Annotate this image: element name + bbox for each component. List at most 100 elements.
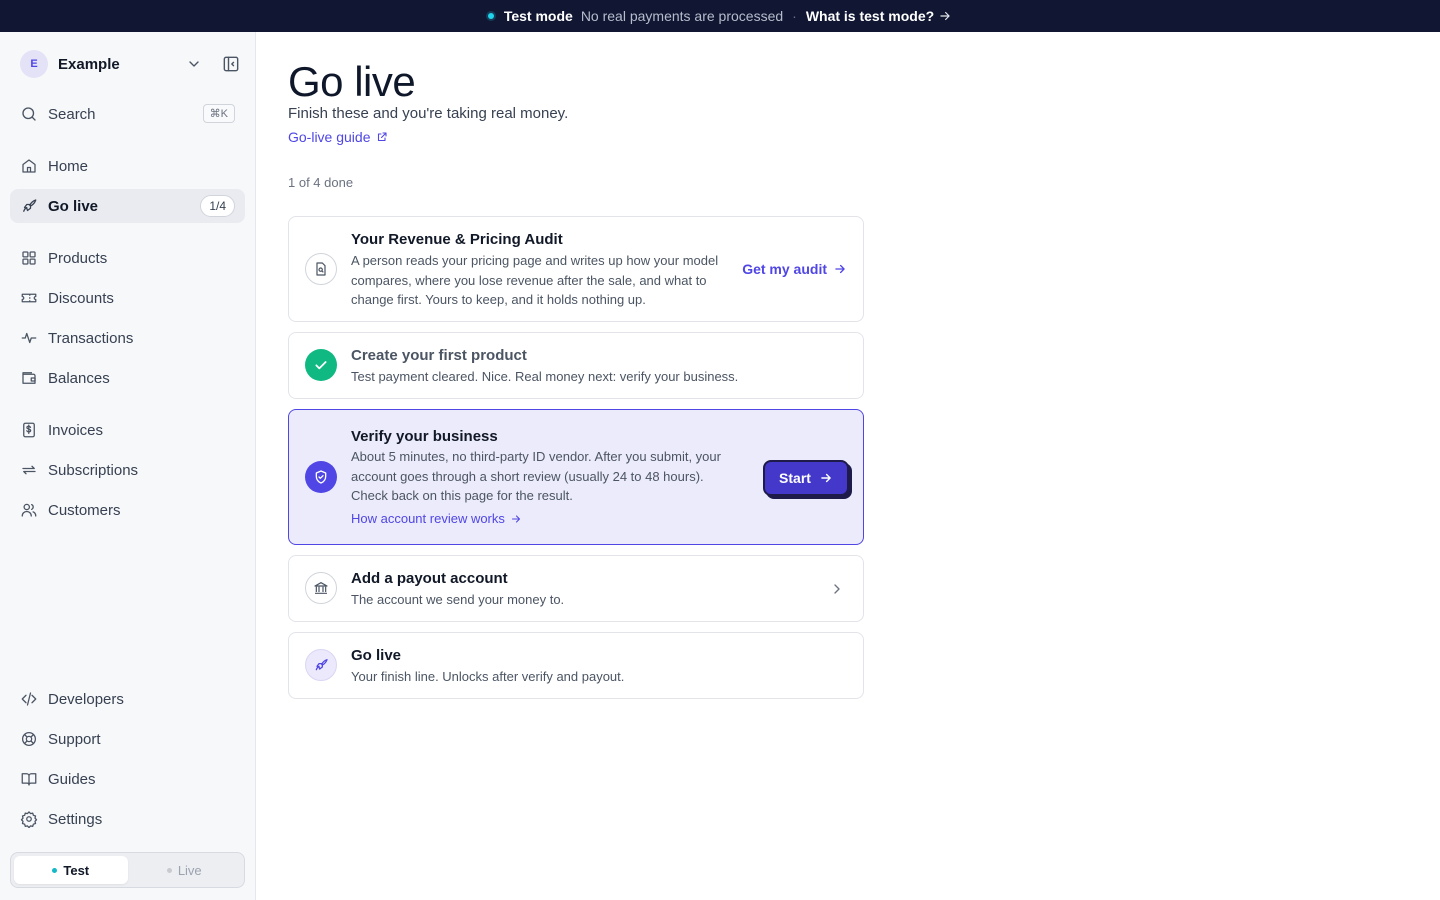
arrow-right-icon [511, 514, 520, 523]
workspace-name: Example [58, 55, 120, 73]
arrow-right-icon [940, 11, 950, 21]
sidebar-item-balances[interactable]: Balances [10, 361, 245, 395]
get-audit-label: Get my audit [742, 261, 827, 277]
sidebar-item-label: Subscriptions [48, 461, 139, 479]
sidebar-item-label: Customers [48, 501, 121, 519]
step-description: Your finish line. Unlocks after verify a… [351, 669, 625, 684]
sidebar-item-invoices[interactable]: Invoices [10, 413, 245, 447]
home-icon [22, 159, 36, 173]
sidebar-item-go-live[interactable]: Go live 1/4 [10, 189, 245, 223]
sidebar-item-label: Settings [48, 810, 103, 828]
grid-icon [22, 251, 36, 265]
sidebar-item-guides[interactable]: Guides [10, 762, 245, 796]
sidebar-item-customers[interactable]: Customers [10, 493, 245, 527]
sidebar-item-label: Discounts [48, 289, 114, 307]
get-audit-button[interactable]: Get my audit [742, 261, 847, 277]
step-title: Verify your business [351, 428, 498, 445]
go-live-progress-badge: 1/4 [200, 195, 235, 217]
start-verification-button[interactable]: Start [763, 460, 849, 496]
sidebar-item-label: Developers [48, 690, 124, 708]
arrow-right-icon [821, 473, 831, 483]
sidebar-item-products[interactable]: Products [10, 241, 245, 275]
banner-message: No real payments are processed [580, 8, 784, 24]
document-search-icon [305, 253, 337, 285]
account-review-link-label: How account review works [351, 511, 505, 526]
page-subtitle: Finish these and you're taking real mone… [288, 105, 569, 122]
step-title: Go live [351, 647, 402, 664]
mode-test-label: Test [63, 862, 90, 878]
sidebar: E Example Search ⌘K Home Go live 1/4 Pro… [0, 32, 256, 900]
sidebar-item-support[interactable]: Support [10, 722, 245, 756]
step-title: Create your first product [351, 347, 527, 364]
sidebar-item-label: Transactions [48, 329, 134, 347]
sidebar-item-developers[interactable]: Developers [10, 682, 245, 716]
gear-icon [20, 811, 38, 828]
step-description: The account we send your money to. [351, 592, 565, 607]
go-live-guide-link[interactable]: Go-live guide [288, 129, 388, 145]
progress-text: 1 of 4 done [288, 175, 354, 190]
dollar-doc-icon [23, 422, 35, 438]
rocket-icon [23, 199, 37, 212]
wallet-icon [22, 372, 36, 384]
sidebar-item-subscriptions[interactable]: Subscriptions [10, 453, 245, 487]
rocket-icon [305, 649, 337, 681]
step-description: Test payment cleared. Nice. Real money n… [351, 369, 739, 384]
sidebar-item-label: Products [48, 249, 108, 267]
check-icon [305, 349, 337, 381]
code-icon [21, 692, 37, 706]
mode-test-button[interactable]: Test [14, 856, 128, 884]
step-card-create-product: Create your first product Test payment c… [288, 332, 864, 399]
live-dot-icon [166, 867, 172, 873]
sidebar-item-home[interactable]: Home [10, 149, 245, 183]
sidebar-item-settings[interactable]: Settings [10, 802, 245, 836]
step-card-go-live: Go live Your finish line. Unlocks after … [288, 632, 864, 699]
lifebuoy-icon [21, 731, 37, 747]
status-dot-icon [487, 13, 494, 19]
sidebar-item-label: Invoices [48, 421, 104, 439]
step-card-verify-business: Verify your business About 5 minutes, no… [288, 409, 864, 545]
book-icon [21, 773, 37, 786]
step-description: A person reads your pricing page and wri… [351, 253, 719, 307]
search-label: Search [48, 105, 96, 123]
mode-live-label: Live [177, 862, 202, 878]
test-mode-info-link[interactable]: What is test mode? [806, 8, 952, 24]
go-live-guide-label: Go-live guide [288, 129, 371, 145]
ticket-icon [21, 293, 37, 303]
bank-icon [305, 572, 337, 604]
banner-separator: · [792, 8, 797, 24]
repeat-icon [22, 465, 36, 475]
sidebar-item-label: Go live [48, 197, 99, 215]
step-description: About 5 minutes, no third-party ID vendo… [351, 449, 721, 503]
chevron-down-icon[interactable] [186, 56, 202, 72]
workspace-avatar: E [20, 50, 48, 78]
account-review-link[interactable]: How account review works [351, 511, 522, 526]
sidebar-item-discounts[interactable]: Discounts [10, 281, 245, 315]
chevron-right-icon [834, 584, 840, 594]
arrow-right-icon [835, 264, 845, 274]
collapse-sidebar-icon[interactable] [221, 54, 241, 74]
search-icon [22, 107, 36, 121]
step-card-audit: Your Revenue & Pricing Audit A person re… [288, 216, 864, 322]
sidebar-item-label: Balances [48, 369, 110, 387]
step-card-payout-account[interactable]: Add a payout account The account we send… [288, 555, 864, 622]
mode-toggle: Test Live [10, 852, 245, 888]
search-button[interactable]: Search ⌘K [10, 97, 245, 131]
users-icon [21, 503, 37, 517]
test-mode-banner: Test mode No real payments are processed… [0, 0, 1440, 32]
step-title: Add a payout account [351, 570, 508, 587]
workspace-switcher[interactable]: E Example [20, 50, 240, 78]
mode-live-button[interactable]: Live [128, 856, 242, 884]
sidebar-item-label: Home [48, 157, 89, 175]
banner-title: Test mode [503, 8, 573, 24]
start-button-label: Start [779, 470, 811, 486]
page-title: Go live [288, 58, 416, 105]
test-dot-icon [52, 867, 58, 873]
activity-icon [21, 332, 37, 344]
sidebar-item-transactions[interactable]: Transactions [10, 321, 245, 355]
shield-check-icon [305, 461, 337, 493]
sidebar-item-label: Support [48, 730, 101, 748]
step-title: Your Revenue & Pricing Audit [351, 231, 563, 248]
external-link-icon [377, 132, 387, 142]
test-mode-info-link-label: What is test mode? [805, 8, 935, 24]
search-shortcut: ⌘K [202, 104, 235, 123]
